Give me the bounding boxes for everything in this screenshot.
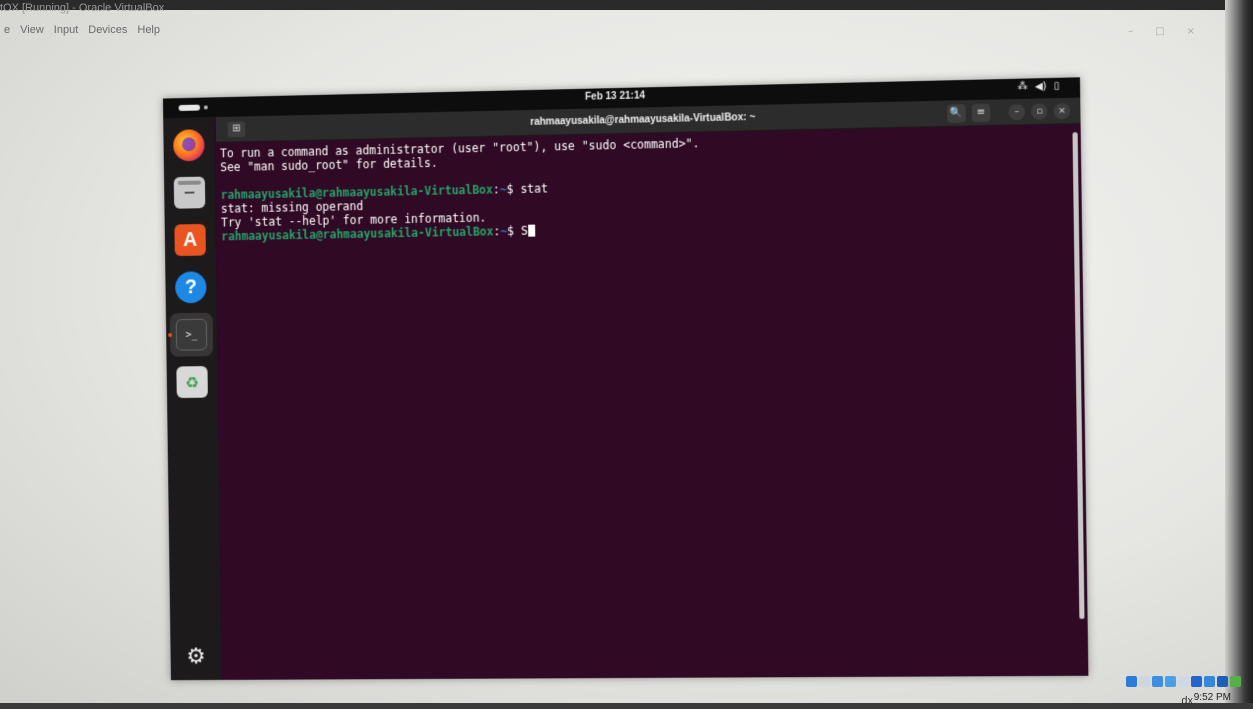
trash-icon[interactable]: [176, 366, 208, 399]
tray-app-icon[interactable]: [1139, 676, 1150, 687]
tray-app-icon[interactable]: [1204, 676, 1215, 687]
firefox-icon[interactable]: [173, 129, 205, 162]
vbox-window-title: tOX [Running] - Oracle VirtualBox: [0, 2, 165, 14]
photo-edge-bottom: [0, 703, 1253, 709]
vbox-window-controls: – □ ×: [1128, 26, 1195, 37]
ubuntu-software-icon[interactable]: A: [174, 223, 206, 257]
running-indicator: [168, 333, 173, 338]
tray-app-icon[interactable]: [1217, 676, 1228, 687]
terminal-window[interactable]: ⊞ rahmaayusakila@rahmaayusakila-VirtualB…: [215, 97, 1089, 680]
files-icon[interactable]: [173, 176, 206, 209]
maximize-button[interactable]: ▫: [1031, 103, 1048, 120]
vbox-menubar: e View Input Devices Help: [4, 24, 160, 36]
vbox-minimize-button[interactable]: –: [1128, 26, 1133, 37]
vbox-close-button[interactable]: ×: [1187, 26, 1195, 37]
tray-app-icon[interactable]: [1191, 676, 1202, 687]
prompt-dollar: $: [506, 181, 521, 197]
photo-edge-top: [0, 0, 1253, 10]
tray-dx-label: dx: [1181, 695, 1193, 707]
vbox-menu-file[interactable]: e: [4, 24, 10, 36]
network-icon: ⁂: [1017, 81, 1028, 93]
close-button[interactable]: ×: [1053, 102, 1071, 120]
terminal-icon[interactable]: >_: [175, 318, 208, 351]
tray-app-icon[interactable]: [1178, 676, 1189, 687]
terminal-output[interactable]: To run a command as administrator (user …: [220, 128, 1074, 680]
windows-tray-icons: [1126, 676, 1241, 687]
tray-app-icon[interactable]: [1126, 676, 1137, 687]
vbox-menu-devices[interactable]: Devices: [88, 24, 127, 36]
dock: A ? >_ ⚙: [163, 117, 222, 681]
help-icon[interactable]: ?: [175, 271, 207, 304]
text-cursor: [527, 224, 535, 237]
tray-app-icon[interactable]: [1152, 676, 1163, 687]
minimize-button[interactable]: –: [1008, 103, 1026, 121]
show-apps-icon[interactable]: ⚙: [180, 640, 212, 672]
battery-icon: ▯: [1053, 80, 1060, 93]
vbox-menu-input[interactable]: Input: [54, 24, 78, 36]
vbox-maximize-button[interactable]: □: [1155, 26, 1164, 37]
vbox-menu-help[interactable]: Help: [137, 24, 160, 36]
search-icon[interactable]: 🔍: [947, 104, 966, 123]
tray-app-icon[interactable]: [1230, 676, 1241, 687]
hamburger-menu-icon[interactable]: ≡: [971, 103, 991, 123]
vbox-menu-view[interactable]: View: [20, 24, 44, 36]
photo-edge-right: [1225, 0, 1253, 709]
tray-app-icon[interactable]: [1165, 676, 1176, 687]
system-tray[interactable]: ⁂ ◀) ▯: [1017, 81, 1059, 93]
windows-clock[interactable]: 9:52 PM: [1194, 692, 1231, 703]
scrollbar[interactable]: [1072, 132, 1085, 620]
prompt-dollar: $: [507, 223, 522, 239]
headerbar-buttons: 🔍 ≡ – ▫ ×: [947, 102, 1071, 123]
volume-icon: ◀): [1034, 81, 1047, 93]
command-text: stat: [520, 181, 548, 196]
guest-screen: Feb 13 21:14 ⁂ ◀) ▯ A ? >_ ⚙ ⊞ rahmaayus…: [162, 77, 1089, 681]
